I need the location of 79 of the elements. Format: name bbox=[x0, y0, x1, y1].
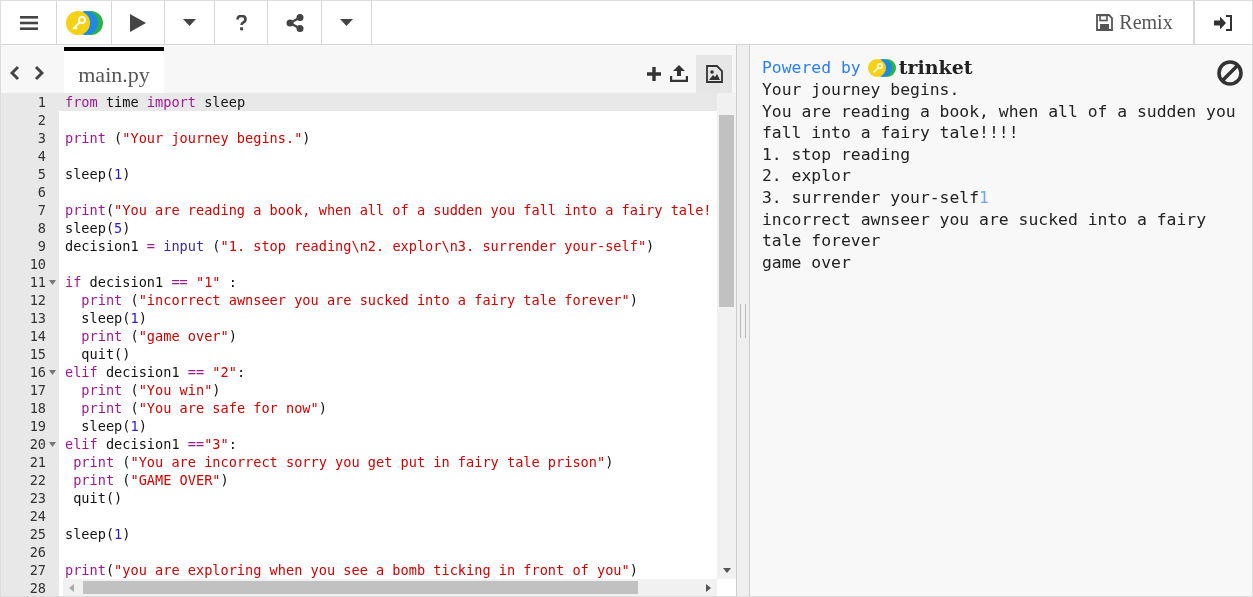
output-line: 1. stop reading bbox=[762, 143, 912, 166]
upload-icon[interactable] bbox=[670, 64, 689, 82]
code-line: sleep(1) bbox=[65, 526, 131, 542]
line-number: 27 bbox=[29, 562, 46, 578]
line-number: 16 bbox=[29, 364, 46, 380]
vertical-scrollbar[interactable] bbox=[717, 93, 737, 579]
menu-icon bbox=[19, 15, 38, 30]
file-tab[interactable]: main.py bbox=[64, 47, 164, 93]
code-line: print ("You are incorrect sorry you get put in fairy tale prison") bbox=[72, 454, 614, 470]
fold-icon[interactable] bbox=[49, 442, 56, 447]
code-line: print("you are exploring when you see a bomb ticking in front of you") bbox=[65, 562, 638, 578]
help-icon bbox=[235, 14, 247, 31]
line-number: 2 bbox=[37, 112, 46, 128]
line-number: 25 bbox=[29, 526, 46, 542]
line-number: 15 bbox=[29, 346, 46, 362]
output-line: Your journey begins. bbox=[762, 79, 961, 101]
code-line: quit() bbox=[80, 346, 131, 362]
scroll-down-icon[interactable] bbox=[723, 568, 732, 573]
line-number: 23 bbox=[29, 490, 46, 506]
output-line: 3. surrender your-self1 bbox=[762, 186, 990, 209]
fold-icon[interactable] bbox=[49, 280, 56, 285]
output-line: game over bbox=[762, 251, 852, 274]
scroll-right-icon[interactable] bbox=[706, 583, 712, 592]
key-logo-icon bbox=[866, 58, 897, 78]
line-number: 9 bbox=[37, 238, 46, 254]
line-number: 14 bbox=[29, 328, 46, 344]
code-line: print ("incorrect awnseer you are sucked into a fairy tale forever") bbox=[80, 292, 638, 308]
output-line: 2. explor bbox=[762, 165, 852, 187]
play-icon bbox=[130, 13, 146, 32]
code-line: elif decision1 =="3": bbox=[65, 436, 237, 452]
code-line: print ("You are safe for now") bbox=[80, 400, 327, 416]
code-line: print ("Your journey begins.") bbox=[65, 130, 311, 146]
line-number: 3 bbox=[37, 130, 46, 146]
line-number: 4 bbox=[37, 148, 46, 164]
stop-icon[interactable] bbox=[1216, 59, 1244, 87]
line-number: 28 bbox=[29, 580, 46, 596]
code-line: print("You are reading a book, when all of a sudden you fall into a fairy tale! bbox=[65, 202, 712, 218]
caret-icon bbox=[183, 18, 196, 27]
line-number: 21 bbox=[29, 454, 46, 470]
code-line: elif decision1 == "2": bbox=[65, 364, 246, 380]
line-number: 24 bbox=[29, 508, 46, 524]
code-line: print ("You win") bbox=[80, 382, 221, 398]
line-number: 20 bbox=[29, 436, 46, 452]
line-number: 7 bbox=[37, 202, 46, 218]
code-line: if decision1 == "1" : bbox=[65, 274, 237, 290]
line-number: 13 bbox=[29, 310, 46, 326]
powered-by-label: Powered by bbox=[762, 57, 861, 79]
code-line: decision1 = input ("1. stop reading\n2. explor\n3. surrender your-self") bbox=[65, 238, 655, 254]
line-number: 1 bbox=[37, 94, 46, 110]
line-number: 10 bbox=[29, 256, 46, 272]
line-number: 12 bbox=[29, 292, 46, 308]
add-file-icon[interactable] bbox=[646, 66, 663, 82]
image-button[interactable] bbox=[696, 55, 733, 93]
code-line: sleep(1) bbox=[65, 166, 131, 182]
caret-icon bbox=[340, 18, 353, 27]
sign-in-icon bbox=[1214, 14, 1233, 31]
key-logo-icon bbox=[65, 10, 103, 35]
line-number: 19 bbox=[29, 418, 46, 434]
code-line: sleep(5) bbox=[65, 220, 131, 236]
line-number: 22 bbox=[29, 472, 46, 488]
line-number: 11 bbox=[29, 274, 46, 290]
code-line: from time import sleep bbox=[65, 94, 246, 110]
code-line: print ("game over") bbox=[80, 328, 237, 344]
code-line: sleep(1) bbox=[80, 310, 147, 326]
image-icon bbox=[705, 65, 723, 83]
code-line: quit() bbox=[72, 490, 123, 506]
line-number: 5 bbox=[37, 166, 46, 182]
line-number: 18 bbox=[29, 400, 46, 416]
code-line: print ("GAME OVER") bbox=[72, 472, 229, 488]
horizontal-scrollbar[interactable] bbox=[63, 579, 718, 596]
line-number: 8 bbox=[37, 220, 46, 236]
line-number: 17 bbox=[29, 382, 46, 398]
share-icon bbox=[285, 13, 304, 32]
brand-name: trinket bbox=[898, 57, 973, 79]
line-number: 6 bbox=[37, 184, 46, 200]
line-number: 26 bbox=[29, 544, 46, 560]
fold-icon[interactable] bbox=[49, 370, 56, 375]
code-line: sleep(1) bbox=[80, 418, 147, 434]
output-line: You are reading a book, when all of a sudden you fall into a fairy tale!!!! bbox=[762, 100, 1237, 144]
